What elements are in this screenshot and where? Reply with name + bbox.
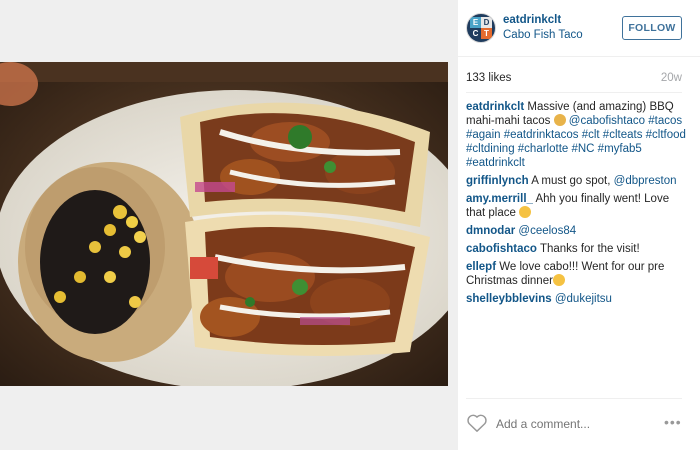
comment-username[interactable]: amy.merrill_	[466, 193, 533, 205]
list-item: ellepf We love cabo!!! Went for our pre …	[466, 260, 686, 288]
comment-text: We love cabo!!! Went for our pre Christm…	[466, 261, 665, 287]
taco-emoji-icon	[553, 114, 566, 126]
divider	[466, 92, 682, 93]
list-item: shelleybblevins @dukejitsu	[466, 292, 686, 306]
smile-emoji-icon	[519, 206, 532, 218]
heart-icon[interactable]	[466, 413, 488, 433]
comment-username[interactable]: shelleybblevins	[466, 293, 552, 305]
post-age[interactable]: 20w	[661, 72, 682, 84]
comment-mention[interactable]: @dbpreston	[614, 175, 677, 187]
more-options-icon[interactable]: •••	[664, 414, 682, 430]
post-sidebar: E D C T eatdrinkclt Cabo Fish Taco FOLLO…	[458, 0, 700, 450]
comment-text: A must go spot,	[531, 175, 614, 187]
post-header: E D C T eatdrinkclt Cabo Fish Taco FOLLO…	[458, 0, 700, 57]
food-photo-illustration	[0, 62, 448, 386]
post-username[interactable]: eatdrinkclt	[503, 14, 561, 26]
post-photo[interactable]	[0, 62, 448, 386]
comment-text: Thanks for the visit!	[539, 243, 640, 255]
post-footer: •••	[458, 404, 700, 444]
comment-username[interactable]: cabofishtaco	[466, 243, 537, 255]
caption-mention[interactable]: @cabofishtaco	[569, 115, 645, 127]
comment-username[interactable]: griffinlynch	[466, 175, 529, 187]
follow-button[interactable]: FOLLOW	[622, 16, 682, 40]
smile-emoji-icon	[552, 274, 565, 286]
avatar-tile: C	[470, 28, 481, 39]
comment-username[interactable]: ellepf	[466, 261, 496, 273]
avatar-tile: T	[481, 28, 492, 39]
post-location[interactable]: Cabo Fish Taco	[503, 29, 583, 41]
list-item: griffinlynch A must go spot, @dbpreston	[466, 174, 686, 188]
list-item: cabofishtaco Thanks for the visit!	[466, 242, 686, 256]
comments-list: eatdrinkclt Massive (and amazing) BBQ ma…	[466, 100, 686, 310]
comment-mention[interactable]: @ceelos84	[518, 225, 576, 237]
photo-panel	[0, 0, 458, 450]
list-item: amy.merrill_ Ahh you finally went! Love …	[466, 192, 686, 220]
list-item: dmnodar @ceelos84	[466, 224, 686, 238]
add-comment-input[interactable]	[496, 417, 656, 431]
avatar-tile: E	[470, 17, 481, 28]
comment-mention[interactable]: @dukejitsu	[555, 293, 612, 305]
caption: eatdrinkclt Massive (and amazing) BBQ ma…	[466, 100, 686, 170]
likes-count[interactable]: 133 likes	[466, 72, 511, 84]
caption-username[interactable]: eatdrinkclt	[466, 101, 524, 113]
avatar-tile: D	[481, 17, 492, 28]
divider	[466, 398, 682, 399]
avatar[interactable]: E D C T	[466, 13, 496, 43]
comment-username[interactable]: dmnodar	[466, 225, 515, 237]
